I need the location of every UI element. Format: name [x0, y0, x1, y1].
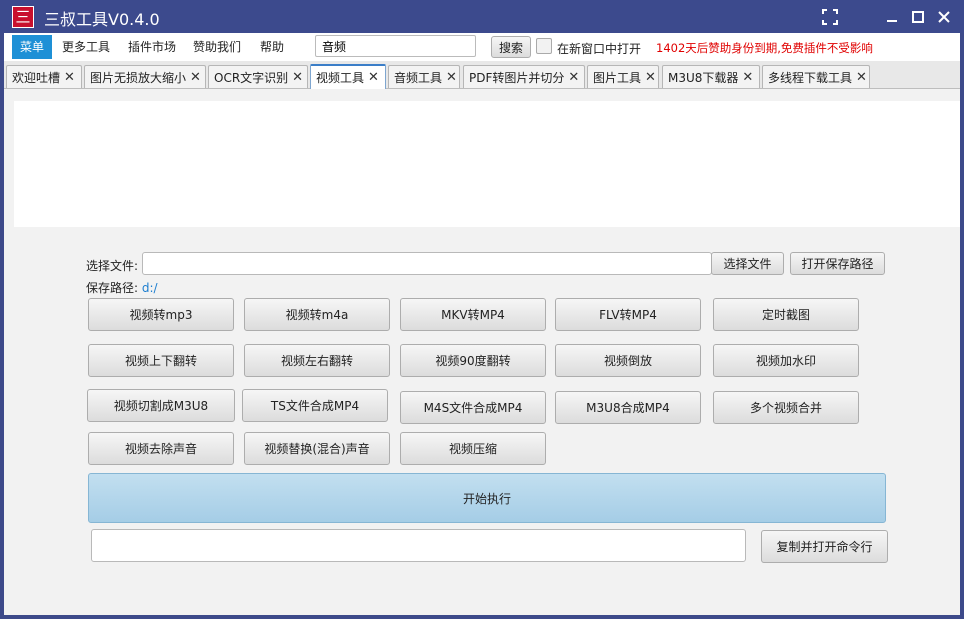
menu-item-sponsor[interactable]: 赞助我们 — [185, 35, 249, 59]
search-input[interactable] — [315, 35, 476, 57]
command-output-field[interactable] — [91, 529, 746, 562]
video-flip-horizontal-button[interactable]: 视频左右翻转 — [244, 344, 390, 377]
tab-label: 视频工具 — [316, 71, 365, 85]
video-split-m3u8-button[interactable]: 视频切割成M3U8 — [87, 389, 235, 422]
tab-image-upscale[interactable]: 图片无损放大缩小 ✕ — [84, 65, 206, 88]
new-window-checkbox[interactable] — [536, 38, 552, 54]
video-tool-panel: 选择文件: 选择文件 打开保存路径 保存路径: d:/ 视频转mp3 视频转m4… — [4, 89, 960, 615]
sponsor-notice: 1402天后赞助身份到期,免费插件不受影响 — [656, 41, 873, 55]
close-icon[interactable]: ✕ — [742, 70, 753, 85]
video-replace-audio-button[interactable]: 视频替换(混合)声音 — [244, 432, 390, 465]
video-to-mp3-button[interactable]: 视频转mp3 — [88, 298, 234, 331]
menu-item-help[interactable]: 帮助 — [252, 35, 292, 59]
menu-bar: 菜单 更多工具 插件市场 赞助我们 帮助 搜索 在新窗口中打开 1402天后赞助… — [4, 33, 960, 61]
close-icon[interactable]: ✕ — [64, 70, 75, 85]
tab-label: PDF转图片并切分 — [469, 70, 565, 85]
video-remove-audio-button[interactable]: 视频去除声音 — [88, 432, 234, 465]
tab-ocr[interactable]: OCR文字识别 ✕ — [208, 65, 308, 88]
save-path-label-text: 保存路径: — [86, 281, 139, 295]
tab-label: 图片无损放大缩小 — [90, 70, 187, 85]
select-file-button[interactable]: 选择文件 — [711, 252, 784, 275]
preview-area — [14, 101, 960, 227]
merge-videos-button[interactable]: 多个视频合并 — [713, 391, 859, 424]
video-reverse-button[interactable]: 视频倒放 — [555, 344, 701, 377]
search-button[interactable]: 搜索 — [491, 36, 531, 58]
tab-label: 多线程下载工具 — [768, 70, 853, 85]
tab-multithread-downloader[interactable]: 多线程下载工具 ✕ — [762, 65, 870, 88]
close-icon[interactable]: ✕ — [645, 70, 656, 85]
tab-video-tools[interactable]: 视频工具 ✕ — [310, 64, 386, 89]
tab-label: M3U8下载器 — [668, 70, 739, 85]
app-title: 三叔工具V0.4.0 — [44, 10, 160, 29]
tab-m3u8-downloader[interactable]: M3U8下载器 ✕ — [662, 65, 760, 88]
tab-label: 图片工具 — [593, 70, 642, 85]
video-flip-vertical-button[interactable]: 视频上下翻转 — [88, 344, 234, 377]
app-logo-icon: 三 — [12, 6, 34, 28]
video-watermark-button[interactable]: 视频加水印 — [713, 344, 859, 377]
copy-open-command-button[interactable]: 复制并打开命令行 — [761, 530, 888, 563]
close-icon[interactable]: ✕ — [368, 70, 379, 85]
select-file-input[interactable] — [142, 252, 712, 275]
tab-welcome[interactable]: 欢迎吐槽 ✕ — [6, 65, 82, 88]
save-path-value[interactable]: d:/ — [142, 281, 158, 295]
video-to-m4a-button[interactable]: 视频转m4a — [244, 298, 390, 331]
video-rotate-90-button[interactable]: 视频90度翻转 — [400, 344, 546, 377]
select-file-label: 选择文件: — [86, 259, 139, 273]
tab-label: 欢迎吐槽 — [12, 70, 61, 85]
menu-item-plugin-market[interactable]: 插件市场 — [120, 35, 184, 59]
start-execute-button[interactable]: 开始执行 — [88, 473, 886, 523]
save-path-label: 保存路径: d:/ — [86, 279, 158, 296]
tab-label: OCR文字识别 — [214, 70, 289, 85]
close-icon[interactable]: ✕ — [446, 70, 457, 85]
mkv-to-mp4-button[interactable]: MKV转MP4 — [400, 298, 546, 331]
menu-item-menu[interactable]: 菜单 — [12, 35, 53, 59]
flv-to-mp4-button[interactable]: FLV转MP4 — [555, 298, 701, 331]
tab-audio-tools[interactable]: 音频工具 ✕ — [388, 65, 460, 88]
tab-bar: 欢迎吐槽 ✕ 图片无损放大缩小 ✕ OCR文字识别 ✕ 视频工具 ✕ 音频工具 ✕ PDF… — [4, 61, 960, 89]
tab-pdf-to-image[interactable]: PDF转图片并切分 ✕ — [463, 65, 585, 88]
close-icon[interactable]: ✕ — [568, 70, 579, 85]
video-compress-button[interactable]: 视频压缩 — [400, 432, 546, 465]
ts-merge-mp4-button[interactable]: TS文件合成MP4 — [242, 389, 388, 422]
new-window-label: 在新窗口中打开 — [557, 42, 642, 56]
tab-image-tools[interactable]: 图片工具 ✕ — [587, 65, 659, 88]
timed-screenshot-button[interactable]: 定时截图 — [713, 298, 859, 331]
close-icon[interactable] — [932, 6, 956, 28]
title-bar: 三 三叔工具V0.4.0 — [0, 0, 964, 33]
close-icon[interactable]: ✕ — [190, 70, 201, 85]
tab-label: 音频工具 — [394, 70, 443, 85]
m3u8-merge-mp4-button[interactable]: M3U8合成MP4 — [555, 391, 701, 424]
minimize-icon[interactable] — [880, 6, 904, 28]
maximize-icon[interactable] — [906, 6, 930, 28]
open-save-path-button[interactable]: 打开保存路径 — [790, 252, 885, 275]
m4s-merge-mp4-button[interactable]: M4S文件合成MP4 — [400, 391, 546, 424]
fullscreen-icon[interactable] — [818, 6, 842, 28]
close-icon[interactable]: ✕ — [292, 70, 303, 85]
close-icon[interactable]: ✕ — [856, 70, 867, 85]
menu-item-more-tools[interactable]: 更多工具 — [54, 35, 118, 59]
